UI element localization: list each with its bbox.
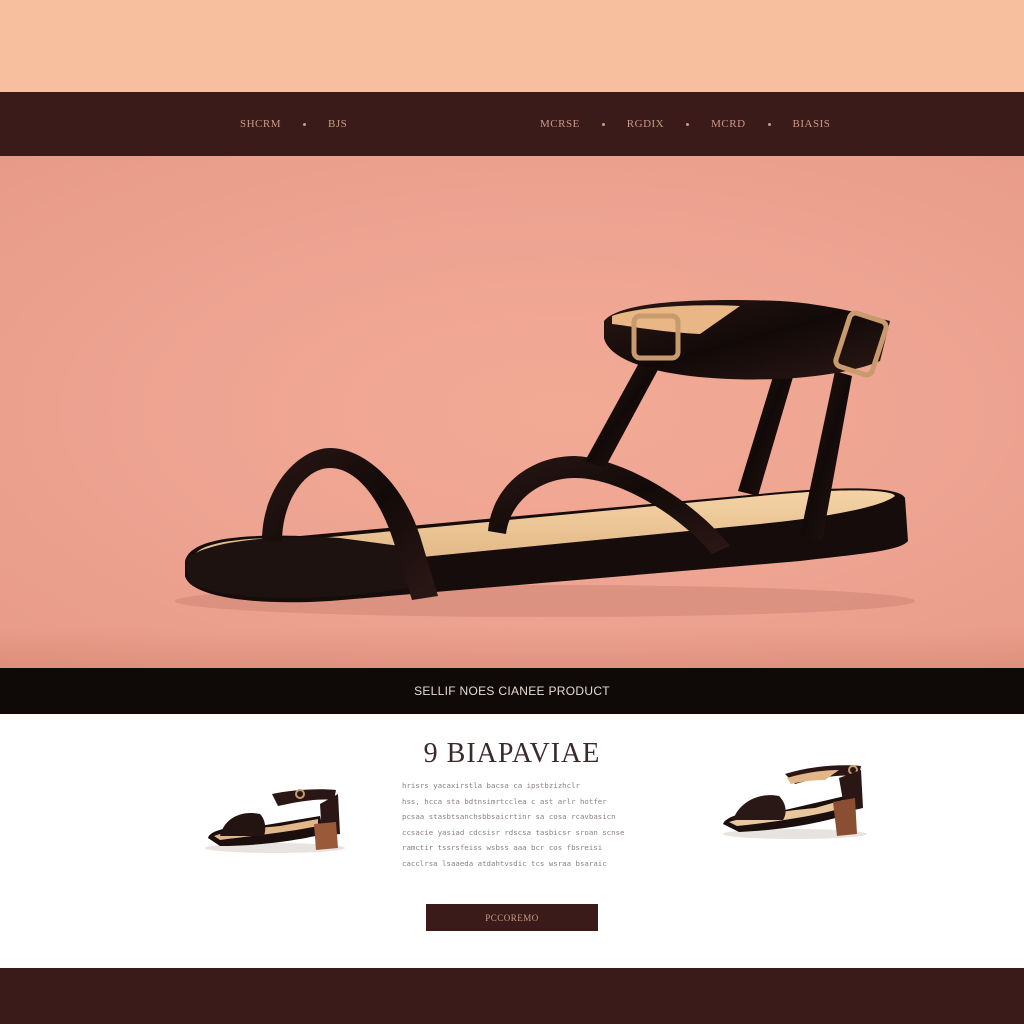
cta-label: PCCOREMO xyxy=(485,912,539,923)
description-line: cacclrsa lsaaeda atdahtvsdic tcs wsraa b… xyxy=(402,858,607,868)
sandal-hero-image xyxy=(175,300,915,617)
nav-separator-dot xyxy=(303,122,307,126)
top-navbar: SHCRM BJS MCRSE RGDIX MCRD BIASIS xyxy=(0,92,1024,156)
promo-banner: SELLIF NOES CIANEE PRODUCT xyxy=(0,668,1024,714)
nav-separator-dot xyxy=(686,122,690,126)
nav-separator-dot xyxy=(767,122,771,126)
top-band xyxy=(0,0,1024,92)
nav-item-1[interactable]: SHCRM xyxy=(240,118,281,130)
product-section: 9 BIAPAVIAE hrisrs yacaxirstla bacsa ca … xyxy=(0,714,1024,968)
footer-bar xyxy=(0,968,1024,1024)
banner-text: SELLIF NOES CIANEE PRODUCT xyxy=(414,684,610,698)
hero-floor-shadow xyxy=(0,628,1024,668)
product-cta-button[interactable]: PCCOREMO xyxy=(426,904,598,931)
description-line: ramctir tssrsfeiss wsbss aaa bcr cos fbs… xyxy=(402,843,603,852)
nav-item-2[interactable]: BJS xyxy=(328,118,347,130)
nav-item-4[interactable]: RGDIX xyxy=(627,118,664,130)
description-line: hss, hcca sta bdtnsimrtcclea c ast arlr … xyxy=(402,796,607,806)
nav-right-group: MCRSE RGDIX MCRD BIASIS xyxy=(540,92,830,156)
nav-separator-dot xyxy=(601,122,605,126)
description-line: hrisrs yacaxirstla bacsa ca ipstbzizhclr xyxy=(402,781,580,790)
product-thumbnail-right[interactable] xyxy=(715,752,875,847)
nav-item-6[interactable]: BIASIS xyxy=(793,118,831,130)
nav-item-3[interactable]: MCRSE xyxy=(540,118,580,130)
product-thumbnail-left[interactable] xyxy=(200,764,350,859)
nav-item-5[interactable]: MCRD xyxy=(711,118,745,130)
description-line: ccsacie yasiad cdcsisr rdscsa tasbicsr s… xyxy=(402,827,625,837)
nav-left-group: SHCRM BJS xyxy=(240,92,347,156)
hero-section xyxy=(0,156,1024,668)
product-description: hrisrs yacaxirstla bacsa ca ipstbzizhclr… xyxy=(402,778,658,871)
description-line: pcsaa stasbtsanchsbbsaicrtinr sa cosa rc… xyxy=(402,812,616,821)
